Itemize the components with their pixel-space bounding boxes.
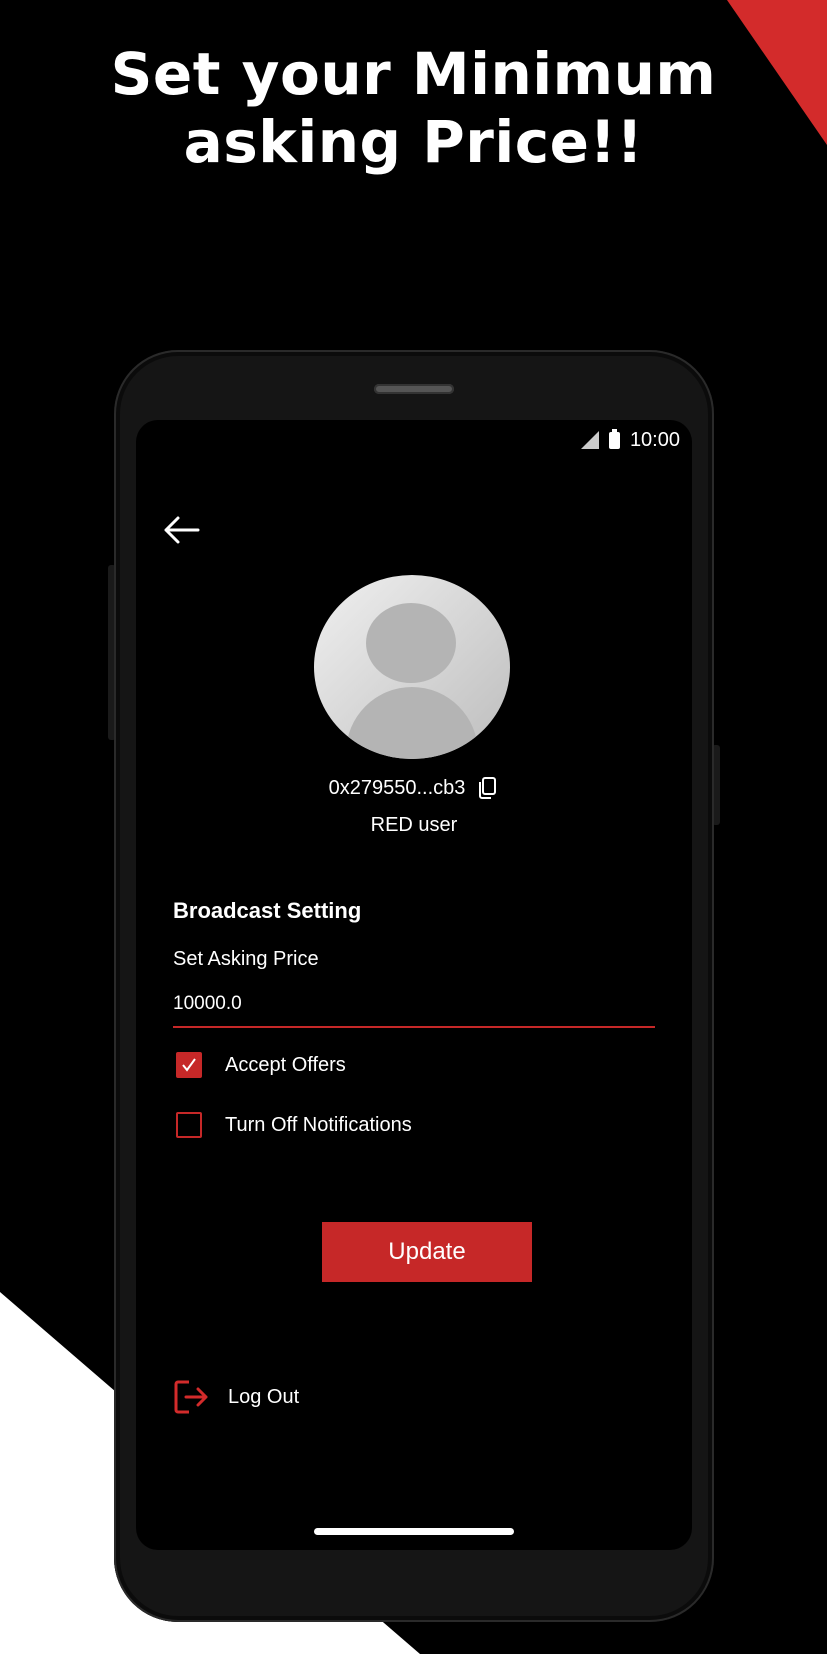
back-button[interactable] [158,510,204,550]
user-role: RED user [370,814,458,836]
status-bar: 10:00 [580,428,680,452]
app-screen: 10:00 0x279550...cb3 RED user Broadcast … [136,420,692,1550]
arrow-left-icon [164,516,200,544]
notifications-off-checkbox[interactable] [176,1112,202,1138]
phone-frame: 10:00 0x279550...cb3 RED user Broadcast … [114,350,714,1622]
accept-offers-label: Accept Offers [225,1053,346,1076]
logout-icon [174,1380,208,1414]
notifications-off-row[interactable]: Turn Off Notifications [176,1112,412,1138]
avatar [314,575,510,759]
notifications-off-label: Turn Off Notifications [225,1113,412,1136]
headline-line-2: asking Price!! [183,108,644,176]
phone-speaker [374,384,454,394]
headline-line-1: Set your Minimum [110,40,717,108]
logout-label: Log Out [228,1385,300,1408]
asking-price-label: Set Asking Price [173,948,319,970]
wallet-address-row: 0x279550...cb3 [136,776,692,800]
accept-offers-checkbox[interactable] [176,1052,202,1078]
avatar-head [366,603,456,683]
wallet-address: 0x279550...cb3 [328,776,466,799]
home-indicator[interactable] [314,1528,514,1535]
status-time: 10:00 [629,428,680,451]
promo-headline: Set your Minimum asking Price!! [0,40,827,176]
copy-icon[interactable] [475,776,499,800]
asking-price-input[interactable] [173,982,655,1028]
section-title: Broadcast Setting [173,898,362,923]
signal-icon [580,431,599,449]
check-icon [182,1058,196,1072]
avatar-body [346,687,478,759]
battery-icon [608,428,620,449]
update-button[interactable]: Update [322,1222,532,1282]
logout-button[interactable]: Log Out [172,1378,299,1416]
accept-offers-row[interactable]: Accept Offers [176,1052,346,1078]
